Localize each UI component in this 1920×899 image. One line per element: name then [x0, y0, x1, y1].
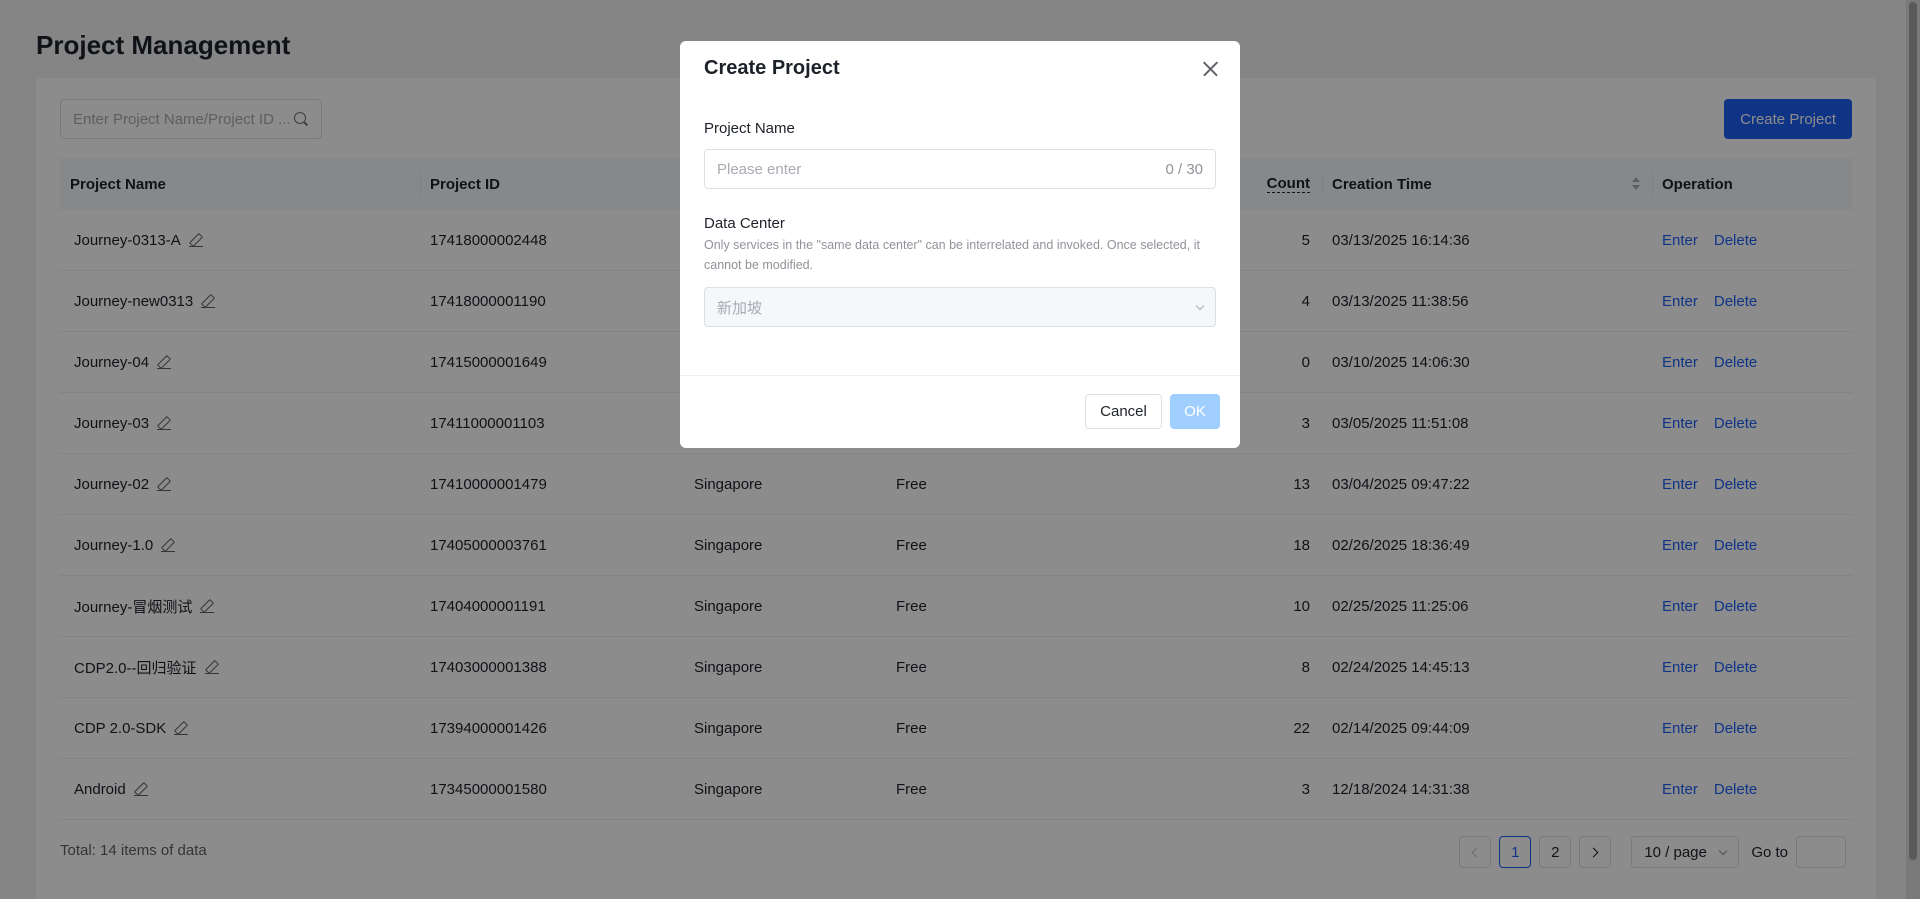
char-counter: 0 / 30: [1165, 160, 1203, 178]
dialog-title: Create Project: [704, 57, 840, 79]
data-center-select: 新加坡: [704, 287, 1216, 327]
close-button[interactable]: [1196, 55, 1224, 83]
ok-button[interactable]: OK: [1170, 394, 1220, 429]
create-project-dialog: Create Project Project Name 0 / 30 Data …: [680, 41, 1240, 448]
scrollbar-thumb[interactable]: [1909, 2, 1917, 860]
data-center-help: Only services in the "same data center" …: [704, 238, 1200, 272]
project-name-label: Project Name: [704, 120, 795, 137]
scrollbar[interactable]: [1906, 0, 1920, 899]
project-management-page: Project Management Create Project Projec…: [0, 0, 1920, 899]
project-name-input[interactable]: [717, 160, 1166, 178]
data-center-label: Data Center: [704, 215, 785, 232]
dialog-divider: [680, 375, 1240, 376]
project-name-field[interactable]: 0 / 30: [704, 149, 1216, 189]
chevron-down-icon: [1195, 301, 1205, 310]
close-icon: [1202, 61, 1218, 77]
cancel-button[interactable]: Cancel: [1085, 394, 1162, 429]
data-center-value: 新加坡: [717, 299, 763, 317]
